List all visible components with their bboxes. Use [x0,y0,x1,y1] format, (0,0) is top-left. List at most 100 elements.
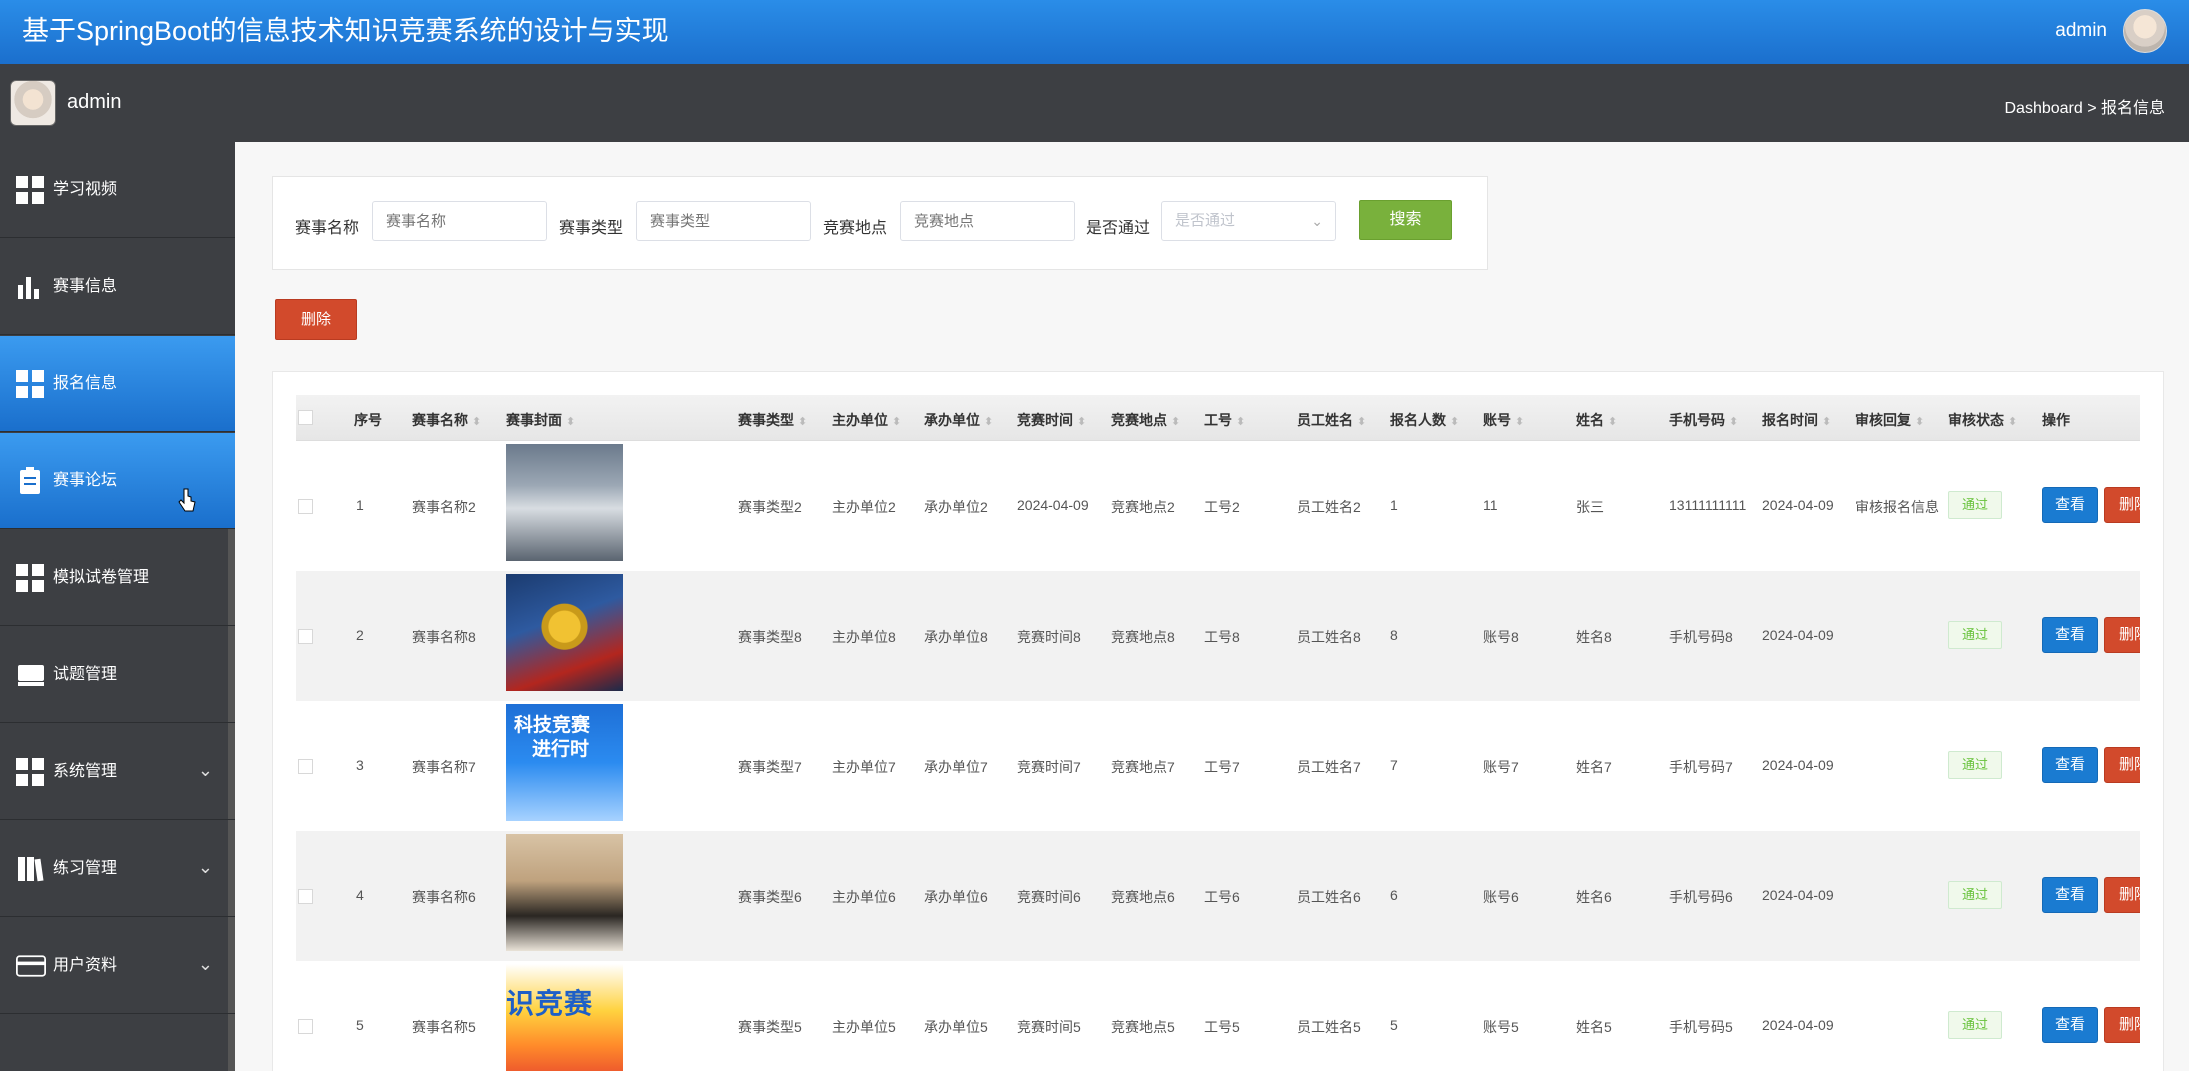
event-type-input[interactable] [636,201,811,241]
pass-select[interactable]: 是否通过 ⌄ [1161,201,1336,241]
sidebar-item-practice[interactable]: 练习管理 ⌄ [0,821,235,917]
breadcrumb[interactable]: Dashboard > 报名信息 [2004,94,2165,118]
sidebar-item-mock-exam[interactable]: 模拟试卷管理 [0,530,235,626]
row-checkbox[interactable] [298,1019,313,1034]
delete-button[interactable]: 删除 [2104,877,2140,913]
table-row[interactable]: 5 赛事名称5 识竞赛 赛事类型5 主办单位5 承办单位5 竞赛时间5 竞赛地点… [296,961,2140,1071]
row-checkbox[interactable] [298,889,313,904]
col-header-name[interactable]: 赛事名称 ⬍ [412,410,481,430]
col-header-time[interactable]: 竞赛时间 ⬍ [1017,410,1086,430]
col-header-count[interactable]: 报名人数 ⬍ [1390,410,1459,430]
table-row[interactable]: 3 赛事名称7 科技竞赛 进行时 赛事类型7 主办单位7 承办单位7 竞赛时间7… [296,701,2140,831]
cell-no: 2 [356,627,364,643]
sidebar-item-system[interactable]: 系统管理 ⌄ [0,724,235,820]
row-checkbox[interactable] [298,499,313,514]
event-place-label: 竞赛地点 [823,220,888,237]
cell-account: 账号7 [1483,759,1519,775]
cover-image[interactable] [506,444,623,561]
delete-button[interactable]: 删除 [2104,617,2140,653]
event-type-label: 赛事类型 [559,220,624,237]
sidebar-item-label: 练习管理 [53,860,118,877]
cell-host: 主办单位7 [832,759,896,775]
cell-no: 4 [356,887,364,903]
row-checkbox[interactable] [298,759,313,774]
cell-organizer: 承办单位6 [924,889,988,905]
col-header-status[interactable]: 审核状态 ⬍ [1948,410,2017,430]
cell-count: 5 [1390,1017,1398,1033]
cover-image[interactable] [506,834,623,951]
sidebar-item-event-info[interactable]: 赛事信息 [0,239,235,335]
cell-account: 账号5 [1483,1019,1519,1035]
cell-emp-name: 员工姓名7 [1297,759,1361,775]
table-header: 序号 赛事名称 ⬍ 赛事封面 ⬍ 赛事类型 ⬍ 主办单位 ⬍ 承办单位 ⬍ 竞赛时间 ⬍ 竞… [296,395,2140,441]
delete-button[interactable]: 删除 [2104,747,2140,783]
col-header-emp-no[interactable]: 工号 ⬍ [1204,410,1245,430]
col-header-place[interactable]: 竞赛地点 ⬍ [1111,410,1180,430]
view-button[interactable]: 查看 [2042,877,2098,913]
sort-icon: ⬍ [1236,416,1246,428]
cell-no: 5 [356,1017,364,1033]
select-all-checkbox[interactable] [298,410,313,425]
table-row[interactable]: 2 赛事名称8 赛事类型8 主办单位8 承办单位8 竞赛时间8 竞赛地点8 工号… [296,571,2140,701]
col-header-host[interactable]: 主办单位 ⬍ [832,410,901,430]
cell-place: 竞赛地点7 [1111,759,1175,775]
cell-emp-no: 工号8 [1204,629,1240,645]
event-name-input[interactable] [372,201,547,241]
sort-icon: ⬍ [2008,416,2018,428]
col-header-reply[interactable]: 审核回复 ⬍ [1855,410,1924,430]
top-avatar[interactable] [2123,9,2167,53]
col-header-type[interactable]: 赛事类型 ⬍ [738,410,807,430]
bulk-delete-button[interactable]: 删除 [275,299,357,340]
row-checkbox[interactable] [298,629,313,644]
col-header-emp-name[interactable]: 员工姓名 ⬍ [1297,410,1366,430]
cell-name: 赛事名称6 [412,889,476,905]
cell-count: 6 [1390,887,1398,903]
sidebar-user-name: admin [67,91,122,113]
search-button[interactable]: 搜索 [1359,200,1452,240]
sidebar-item-study-video[interactable]: 学习视频 [0,142,235,238]
table-row[interactable]: 4 赛事名称6 赛事类型6 主办单位6 承办单位6 竞赛时间6 竞赛地点6 工号… [296,831,2140,961]
col-header-phone[interactable]: 手机号码 ⬍ [1669,410,1738,430]
monitor-icon [18,665,44,686]
view-button[interactable]: 查看 [2042,487,2098,523]
col-header-cover[interactable]: 赛事封面 ⬍ [506,410,575,430]
sort-icon: ⬍ [1822,416,1832,428]
cell-emp-name: 员工姓名8 [1297,629,1361,645]
view-button[interactable]: 查看 [2042,1007,2098,1043]
col-header-actions: 操作 [2042,412,2070,428]
col-header-account[interactable]: 账号 ⬍ [1483,410,1524,430]
sort-icon: ⬍ [1729,416,1739,428]
cell-host: 主办单位5 [832,1019,896,1035]
top-user-name[interactable]: admin [2055,19,2107,43]
cover-image[interactable] [506,574,623,691]
status-badge: 通过 [1948,881,2002,909]
event-place-input[interactable] [900,201,1075,241]
cell-emp-no: 工号7 [1204,759,1240,775]
view-button[interactable]: 查看 [2042,747,2098,783]
delete-button[interactable]: 删除 [2104,487,2140,523]
cell-account: 账号8 [1483,629,1519,645]
cover-image[interactable]: 识竞赛 [506,964,623,1071]
delete-button[interactable]: 删除 [2104,1007,2140,1043]
cell-emp-no: 工号2 [1204,499,1240,515]
sidebar-item-user-profile[interactable]: 用户资料 ⌄ [0,918,235,1014]
chevron-down-icon: ⌄ [1311,213,1323,229]
cell-reg-time: 2024-04-09 [1762,887,1834,903]
grid-icon [16,370,46,398]
app-title: 基于SpringBoot的信息技术知识竞赛系统的设计与实现 [22,16,669,46]
sidebar-item-label: 试题管理 [53,666,118,683]
sidebar-item-questions[interactable]: 试题管理 [0,627,235,723]
col-header-organizer[interactable]: 承办单位 ⬍ [924,410,993,430]
search-panel: 赛事名称 赛事类型 竞赛地点 是否通过 是否通过 ⌄ 搜索 [272,176,1488,270]
col-header-real-name[interactable]: 姓名 ⬍ [1576,410,1617,430]
table-row[interactable]: 1 赛事名称2 赛事类型2 主办单位2 承办单位2 2024-04-09 竞赛地… [296,441,2140,571]
cover-image[interactable]: 科技竞赛 进行时 [506,704,623,821]
sidebar-item-registration[interactable]: 报名信息 [0,336,235,432]
sort-icon: ⬍ [1515,416,1525,428]
top-bar: 基于SpringBoot的信息技术知识竞赛系统的设计与实现 admin [0,0,2189,64]
col-header-reg-time[interactable]: 报名时间 ⬍ [1762,410,1831,430]
cell-organizer: 承办单位5 [924,1019,988,1035]
cell-reg-time: 2024-04-09 [1762,627,1834,643]
sidebar-item-forum[interactable]: 赛事论坛 [0,433,235,529]
view-button[interactable]: 查看 [2042,617,2098,653]
